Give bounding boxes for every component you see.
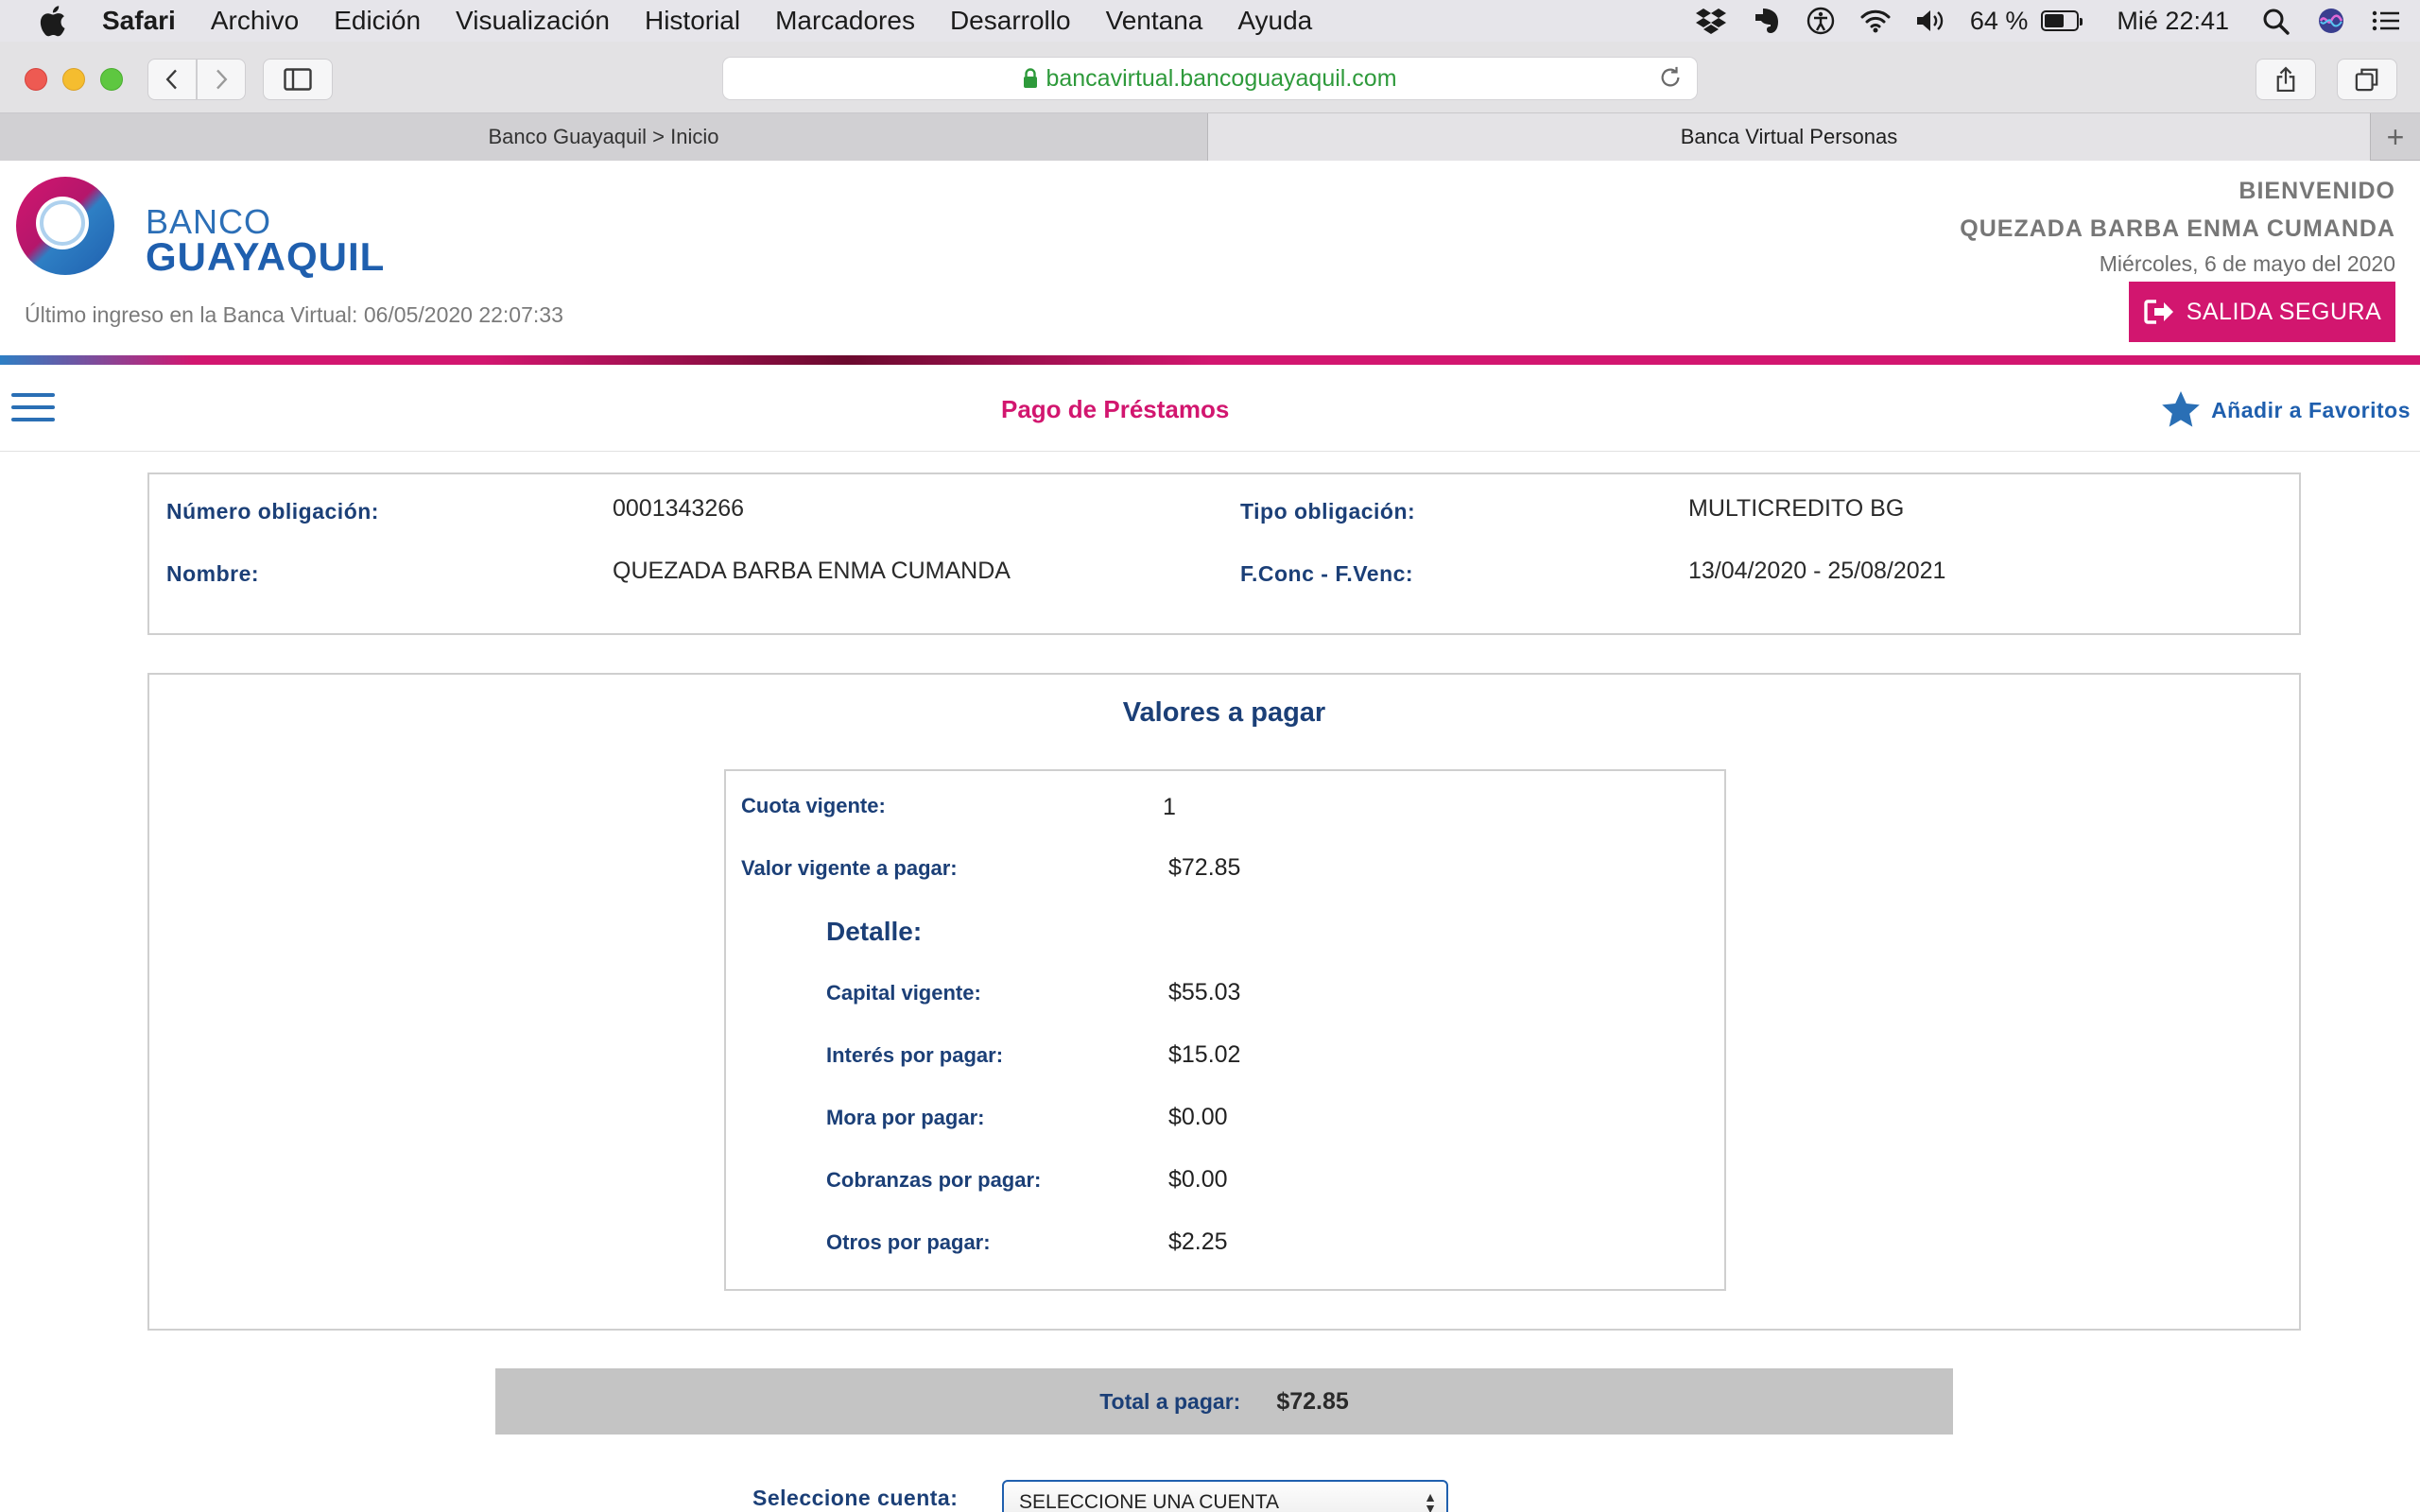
star-icon <box>2162 391 2200 427</box>
evernote-icon[interactable] <box>1747 5 1785 37</box>
menu-marcadores[interactable]: Marcadores <box>775 6 915 36</box>
holder-name-label: Nombre: <box>166 561 260 586</box>
detail-heading: Detalle: <box>826 917 923 946</box>
new-tab-button[interactable]: + <box>2371 113 2420 161</box>
back-button[interactable] <box>147 59 197 100</box>
hamburger-menu-icon[interactable] <box>11 393 55 421</box>
current-installment-label: Cuota vigente: <box>741 794 886 817</box>
current-amount-label: Valor vigente a pagar: <box>741 856 958 880</box>
bank-logo-line2: GUAYAQUIL <box>146 234 386 279</box>
page-title-bar: Pago de Préstamos Añadir a Favoritos <box>0 365 2420 452</box>
total-value: $72.85 <box>1276 1387 1349 1415</box>
show-all-tabs-button[interactable] <box>2337 59 2397 100</box>
header-accent-bar <box>0 355 2420 365</box>
browser-toolbar: bancavirtual.bancoguayaquil.com <box>0 42 2420 113</box>
tab-bar: Banco Guayaquil > Inicio Banca Virtual P… <box>0 113 2420 161</box>
welcome-text: BIENVENIDO <box>2238 178 2395 204</box>
forward-button[interactable] <box>197 59 246 100</box>
tab-banco-guayaquil-inicio[interactable]: Banco Guayaquil > Inicio <box>0 113 1208 161</box>
chevron-right-icon <box>216 69 228 90</box>
total-label: Total a pagar: <box>1099 1388 1241 1414</box>
late-fee-label: Mora por pagar: <box>826 1106 985 1129</box>
others-label: Otros por pagar: <box>826 1230 991 1254</box>
sidebar-icon <box>284 68 312 91</box>
menubar-clock[interactable]: Mié 22:41 <box>2117 7 2229 36</box>
dates-label: F.Conc - F.Venc: <box>1240 561 1414 586</box>
reload-icon[interactable] <box>1657 65 1684 92</box>
address-bar[interactable]: bancavirtual.bancoguayaquil.com <box>722 57 1698 100</box>
obligation-type-value: MULTICREDITO BG <box>1688 495 1905 522</box>
secure-logout-label: SALIDA SEGURA <box>2186 298 2382 325</box>
dropbox-icon[interactable] <box>1692 5 1730 37</box>
tabs-overview-icon <box>2355 68 2378 92</box>
obligation-info-box: Número obligación: 0001343266 Tipo oblig… <box>147 472 2301 635</box>
user-name: QUEZADA BARBA ENMA CUMANDA <box>1960 215 2395 242</box>
accessibility-icon[interactable] <box>1802 5 1840 37</box>
battery-percent: 64 % <box>1969 6 2029 35</box>
spotlight-icon[interactable] <box>2257 5 2295 37</box>
values-to-pay-box: Valores a pagar Cuota vigente: 1 Valor v… <box>147 673 2301 1331</box>
notification-center-icon[interactable] <box>2367 5 2405 37</box>
menu-historial[interactable]: Historial <box>645 6 740 36</box>
secure-logout-button[interactable]: SALIDA SEGURA <box>2129 282 2395 342</box>
select-arrows-icon: ▲ ▼ <box>1424 1489 1437 1512</box>
battery-level <box>2045 14 2065 27</box>
menu-ayuda[interactable]: Ayuda <box>1237 6 1312 36</box>
menu-visualizacion[interactable]: Visualización <box>456 6 610 36</box>
values-detail-box: Cuota vigente: 1 Valor vigente a pagar: … <box>724 769 1726 1291</box>
interest-label: Interés por pagar: <box>826 1043 1004 1067</box>
macos-menu-bar: Safari Archivo Edición Visualización His… <box>0 0 2420 42</box>
current-amount-value: $72.85 <box>1168 854 1241 881</box>
current-installment-value: 1 <box>1163 794 1176 820</box>
values-title: Valores a pagar <box>1122 697 1326 728</box>
last-login-info: Último ingreso en la Banca Virtual: 06/0… <box>25 302 563 328</box>
wifi-icon[interactable] <box>1857 5 1894 37</box>
logout-icon <box>2144 300 2173 324</box>
dates-value: 13/04/2020 - 25/08/2021 <box>1688 558 1946 584</box>
volume-icon[interactable] <box>1911 5 1949 37</box>
battery-icon[interactable] <box>2041 10 2083 31</box>
add-to-favorites-button[interactable]: Añadir a Favoritos <box>2160 389 2411 431</box>
last-login-label: Último ingreso en la Banca Virtual: <box>25 302 358 327</box>
total-to-pay-bar: Total a pagar: $72.85 <box>495 1368 1953 1435</box>
current-date: Miércoles, 6 de mayo del 2020 <box>2099 251 2395 276</box>
obligation-type-label: Tipo obligación: <box>1240 499 1416 524</box>
chevron-left-icon <box>165 69 177 90</box>
page-title: Pago de Préstamos <box>1001 395 1230 423</box>
menu-ventana[interactable]: Ventana <box>1106 6 1203 36</box>
url-text: bancavirtual.bancoguayaquil.com <box>1046 64 1397 92</box>
tab-banca-virtual-personas[interactable]: Banca Virtual Personas <box>1208 113 2371 161</box>
interest-value: $15.02 <box>1168 1041 1241 1068</box>
add-to-favorites-label: Añadir a Favoritos <box>2211 397 2411 422</box>
capital-label: Capital vigente: <box>826 981 981 1005</box>
menu-archivo[interactable]: Archivo <box>211 6 299 36</box>
lock-icon <box>1024 68 1038 88</box>
holder-name-value: QUEZADA BARBA ENMA CUMANDA <box>613 558 1011 584</box>
bank-header: BANCO GUAYAQUIL Último ingreso en la Ban… <box>0 161 2420 357</box>
select-account-label: Seleccione cuenta: <box>752 1486 959 1510</box>
collections-value: $0.00 <box>1168 1166 1228 1193</box>
others-value: $2.25 <box>1168 1228 1228 1255</box>
late-fee-value: $0.00 <box>1168 1104 1228 1130</box>
menu-desarrollo[interactable]: Desarrollo <box>950 6 1071 36</box>
bank-logo-icon[interactable] <box>15 176 115 276</box>
share-button[interactable] <box>2256 59 2316 100</box>
minimize-window-button[interactable] <box>62 68 85 91</box>
siri-icon[interactable] <box>2312 5 2350 37</box>
last-login-value: 06/05/2020 22:07:33 <box>363 302 563 327</box>
account-select-value: SELECCIONE UNA CUENTA <box>1019 1491 1279 1512</box>
obligation-number-value: 0001343266 <box>613 495 745 522</box>
sidebar-toggle-button[interactable] <box>263 59 333 100</box>
account-select[interactable]: SELECCIONE UNA CUENTA ▲ ▼ <box>1002 1480 1448 1512</box>
capital-value: $55.03 <box>1168 979 1241 1005</box>
menu-edicion[interactable]: Edición <box>334 6 421 36</box>
close-window-button[interactable] <box>25 68 47 91</box>
apple-menu-icon[interactable] <box>38 5 70 37</box>
obligation-number-label: Número obligación: <box>166 499 379 524</box>
menu-safari[interactable]: Safari <box>102 6 176 36</box>
collections-label: Cobranzas por pagar: <box>826 1168 1042 1192</box>
fullscreen-window-button[interactable] <box>100 68 123 91</box>
share-icon <box>2276 66 2295 93</box>
